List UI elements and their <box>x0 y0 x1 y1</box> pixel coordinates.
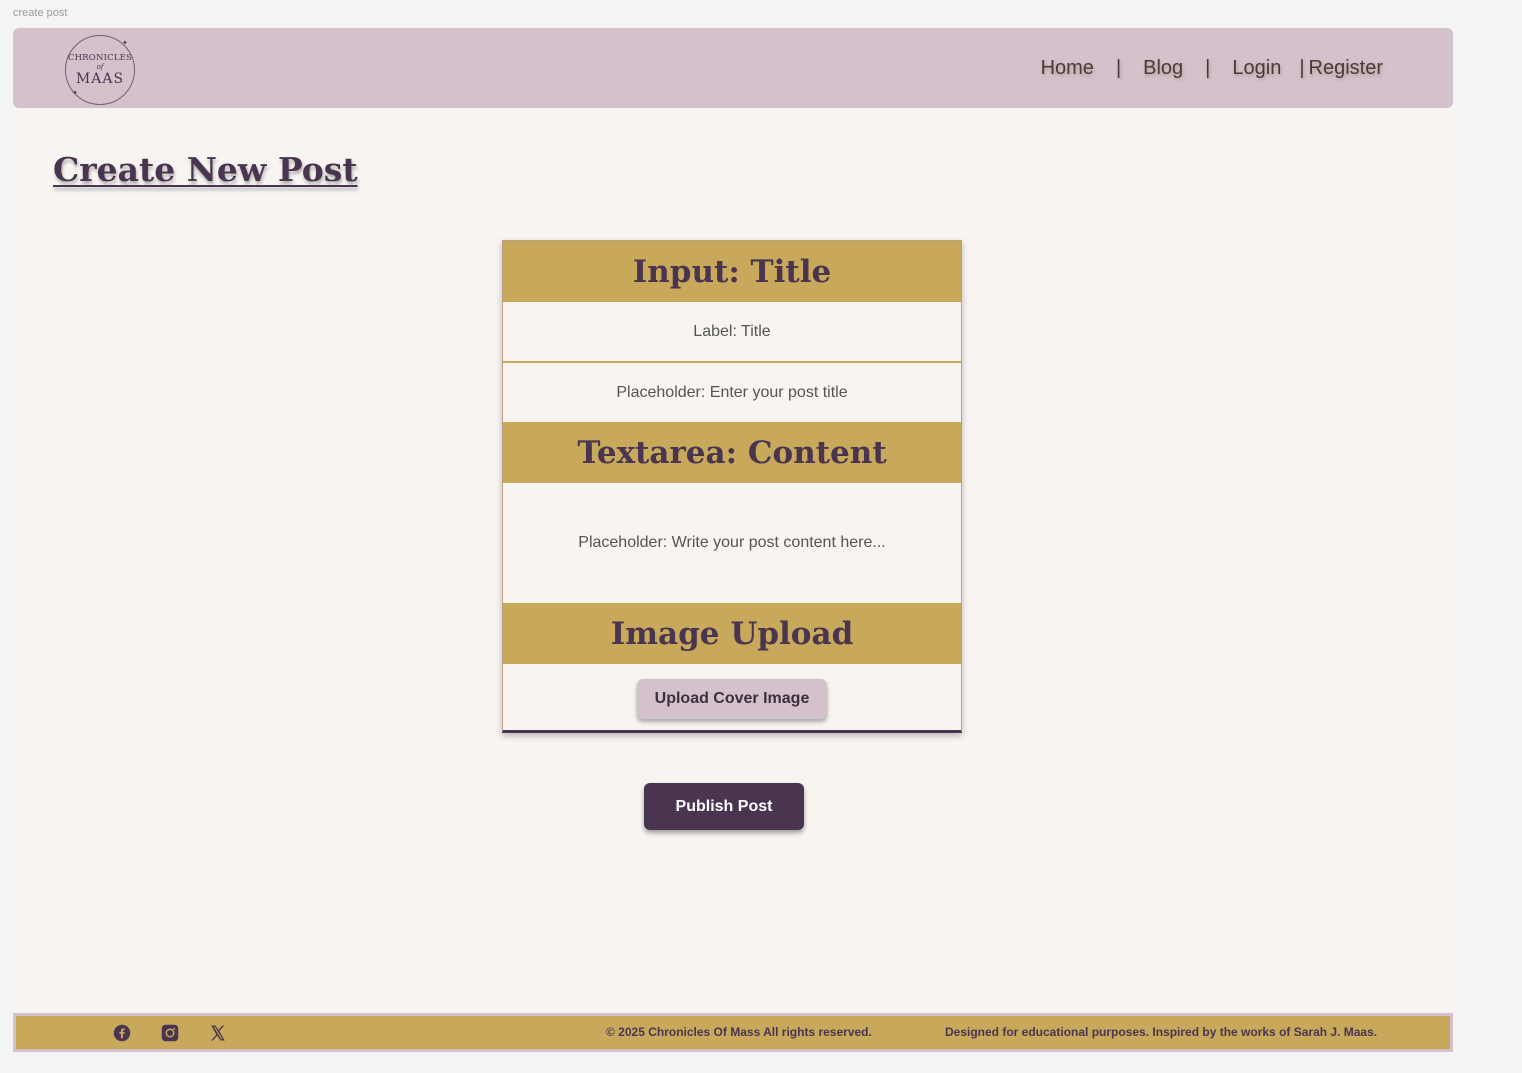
page-canvas: ✦ ✦ CHRONICLES of MAAS Home | Blog | Log… <box>13 28 1453 1052</box>
nav-link-home[interactable]: Home <box>1041 57 1094 80</box>
content-textarea[interactable]: Placeholder: Write your post content her… <box>503 483 961 603</box>
nav-link-login[interactable]: Login <box>1232 57 1281 80</box>
site-logo[interactable]: ✦ ✦ CHRONICLES of MAAS <box>65 35 135 105</box>
content-section-heading: Textarea: Content <box>503 422 961 483</box>
nav-link-register[interactable]: Register <box>1309 57 1383 80</box>
x-icon[interactable] <box>209 1016 227 1049</box>
page-title: Create New Post <box>53 150 358 189</box>
logo-line-2: of <box>96 62 104 71</box>
image-section-heading: Image Upload <box>503 603 961 664</box>
logo-line-1: CHRONICLES <box>67 53 133 64</box>
instagram-icon[interactable] <box>161 1016 179 1049</box>
post-form-card: Input: Title Label: Title Placeholder: E… <box>502 240 962 733</box>
upload-area: Upload Cover Image <box>503 664 961 730</box>
nav-links: Home | Blog | Login | Register <box>1041 28 1383 108</box>
title-input[interactable]: Placeholder: Enter your post title <box>503 361 961 422</box>
facebook-icon[interactable] <box>113 1016 131 1049</box>
publish-post-button[interactable]: Publish Post <box>644 783 804 830</box>
top-navbar: ✦ ✦ CHRONICLES of MAAS Home | Blog | Log… <box>13 28 1453 108</box>
nav-separator: | <box>1299 56 1305 79</box>
frame-label: create post <box>13 7 68 19</box>
footer-copyright: © 2025 Chronicles Of Mass All rights res… <box>606 1025 872 1039</box>
footer-note: Designed for educational purposes. Inspi… <box>945 1025 1378 1039</box>
upload-cover-image-button[interactable]: Upload Cover Image <box>636 679 828 719</box>
nav-separator: | <box>1115 56 1122 79</box>
logo-line-3: MAAS <box>75 70 125 87</box>
nav-link-blog[interactable]: Blog <box>1143 57 1183 80</box>
title-label: Label: Title <box>503 302 961 361</box>
site-footer: © 2025 Chronicles Of Mass All rights res… <box>13 1013 1453 1052</box>
title-section-heading: Input: Title <box>503 241 961 302</box>
nav-separator: | <box>1205 56 1211 79</box>
